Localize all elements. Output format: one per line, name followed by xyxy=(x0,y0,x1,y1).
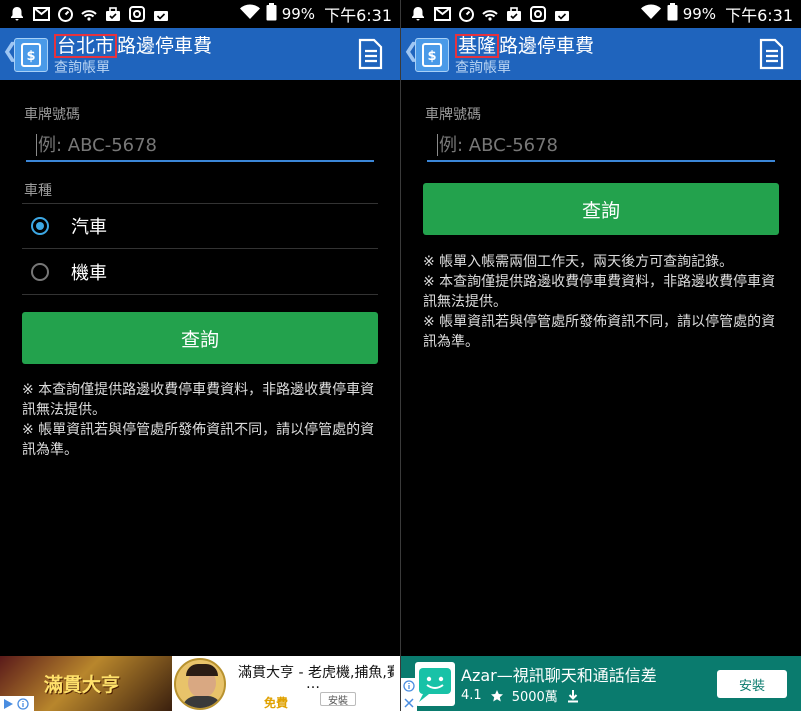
plate-label: 車牌號碼 xyxy=(425,107,481,123)
page-subtitle: 查詢帳單 xyxy=(455,60,511,76)
plate-label: 車牌號碼 xyxy=(24,107,80,123)
ad-rating: 4.1 xyxy=(461,688,482,703)
ad-downloads: 5000萬 xyxy=(511,690,558,705)
ad-ellipsis: … xyxy=(306,676,320,692)
vehicle-type-label: 車種 xyxy=(24,183,52,199)
city-name-highlight: 台北市 xyxy=(54,34,118,58)
notice-1: ※ 帳單入帳需兩個工作天，兩天後方可查詢記錄。 xyxy=(423,254,734,270)
play-triangle-icon xyxy=(4,698,13,709)
battery-percent: 99% xyxy=(281,5,316,23)
ad-choices[interactable] xyxy=(0,696,34,711)
battery-icon xyxy=(667,3,678,25)
plate-input-field[interactable] xyxy=(427,128,775,162)
gmail-icon xyxy=(433,5,451,23)
notice-3: ※ 帳單資訊若與停管處所發佈資訊不同，請以停管處的資訊為準。 xyxy=(423,314,776,350)
svg-text:$: $ xyxy=(427,49,436,64)
plate-input[interactable] xyxy=(38,130,338,160)
page-title: 台北市 路邊停車費 xyxy=(54,34,212,58)
divider xyxy=(22,294,378,295)
screenshot-composite: 99% 下午6:31 ❮ $ 台北市路邊停車費 查詢帳單 車牌號碼 車種 汽車 xyxy=(0,0,801,711)
notification-bell-icon xyxy=(8,5,26,23)
plate-input[interactable] xyxy=(439,130,739,160)
taipei-screen: 99% 下午6:31 ❮ $ 台北市路邊停車費 查詢帳單 車牌號碼 車種 汽車 xyxy=(0,0,400,711)
radio-button-selected[interactable] xyxy=(31,217,49,235)
shield-check-icon xyxy=(152,5,170,23)
radio-label-motorcycle: 機車 xyxy=(71,263,107,284)
bills-menu-button[interactable] xyxy=(757,38,785,70)
game-logo: 滿貫大亨 xyxy=(44,674,121,696)
ad-meta: 4.1 5000萬 xyxy=(461,686,580,705)
info-icon xyxy=(17,697,29,710)
status-bar: 99% 下午6:31 xyxy=(0,0,400,28)
document-list-icon xyxy=(358,38,383,70)
notification-bell-icon xyxy=(409,5,427,23)
text-cursor xyxy=(437,134,438,156)
shield-check-icon xyxy=(553,5,571,23)
ad-free-label: 免費 xyxy=(264,696,289,710)
radio-label-car: 汽車 xyxy=(71,217,107,238)
title-suffix: 路邊停車費 xyxy=(117,35,213,57)
keelung-screen: 99% 下午6:31 ❮ $ 基隆路邊停車費 查詢帳單 車牌號碼 查詢 ※ 帳單… xyxy=(401,0,801,711)
ad-app-avatar xyxy=(174,658,226,710)
parking-receipt-icon[interactable]: $ xyxy=(14,38,48,72)
document-list-icon xyxy=(759,38,784,70)
radio-option-car[interactable]: 汽車 xyxy=(22,204,378,248)
briefcase-icon xyxy=(104,5,122,23)
ad-install-button[interactable]: 安裝 xyxy=(717,670,787,698)
ad-title: Azar—視訊聊天和通話信差 xyxy=(461,666,657,685)
briefcase-icon xyxy=(505,5,523,23)
query-button[interactable]: 查詢 xyxy=(423,183,779,235)
bills-menu-button[interactable] xyxy=(356,38,384,70)
parking-receipt-icon[interactable]: $ xyxy=(415,38,449,72)
instagram-icon xyxy=(128,5,146,23)
notice-2: ※ 本查詢僅提供路邊收費停車費資料，非路邊收費停車資訊無法提供。 xyxy=(423,274,776,310)
radio-option-motorcycle[interactable]: 機車 xyxy=(22,250,378,294)
app-bar: ❮ $ 基隆 路邊停車費 查詢帳單 xyxy=(401,28,801,80)
ad-install-button[interactable]: 安裝 xyxy=(320,692,356,707)
wifi-hotspot-icon xyxy=(481,5,499,23)
battery-icon xyxy=(266,3,277,25)
ad-choices[interactable] xyxy=(401,678,417,711)
page-title: 基隆 路邊停車費 xyxy=(455,34,594,58)
instagram-icon xyxy=(529,5,547,23)
azar-app-logo xyxy=(415,662,455,706)
app-bar: ❮ $ 台北市 路邊停車費 查詢帳單 xyxy=(0,28,400,80)
gmail-icon xyxy=(32,5,50,23)
close-icon xyxy=(404,698,414,708)
wifi-icon xyxy=(640,4,662,24)
city-name-highlight: 基隆 xyxy=(455,34,500,58)
plate-input-field[interactable] xyxy=(26,128,374,162)
page-subtitle: 查詢帳單 xyxy=(54,60,110,76)
download-icon xyxy=(567,689,578,702)
star-icon xyxy=(490,689,503,701)
ad-banner-game[interactable]: 滿貫大亨 滿貫大亨 - 老虎機,捕魚,賽 … 免費 安裝 xyxy=(0,656,400,711)
clock: 下午6:31 xyxy=(725,6,793,25)
text-cursor xyxy=(36,134,37,156)
divider xyxy=(22,248,378,249)
info-icon xyxy=(403,680,415,692)
speed-icon xyxy=(457,5,475,23)
clock: 下午6:31 xyxy=(324,6,392,25)
notice-2: ※ 帳單資訊若與停管處所發佈資訊不同，請以停管處的資訊為準。 xyxy=(22,422,375,458)
ad-banner-azar[interactable]: Azar—視訊聊天和通話信差 4.1 5000萬 安裝 xyxy=(401,656,801,711)
status-bar: 99% 下午6:31 xyxy=(401,0,801,28)
query-button[interactable]: 查詢 xyxy=(22,312,378,364)
notice-1: ※ 本查詢僅提供路邊收費停車費資料，非路邊收費停車資訊無法提供。 xyxy=(22,382,375,418)
speed-icon xyxy=(56,5,74,23)
svg-text:$: $ xyxy=(26,49,35,64)
radio-button-unselected[interactable] xyxy=(31,263,49,281)
title-suffix: 路邊停車費 xyxy=(499,35,595,57)
wifi-hotspot-icon xyxy=(80,5,98,23)
wifi-icon xyxy=(239,4,261,24)
battery-percent: 99% xyxy=(682,5,717,23)
